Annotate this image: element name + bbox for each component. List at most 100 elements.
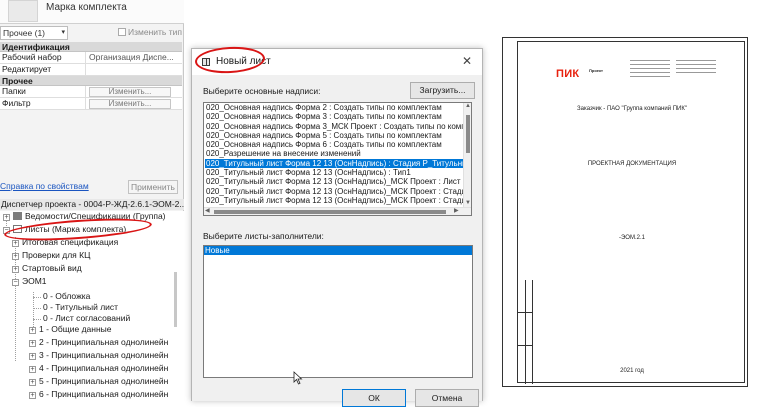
sheet-side-stamp — [518, 280, 533, 384]
tree-node-sheet[interactable]: 0 - Титульный лист — [43, 302, 118, 313]
tree-node-sheet[interactable]: +6 - Принципиальная однолинейн — [29, 389, 168, 400]
expand-icon[interactable]: + — [3, 214, 10, 221]
properties-group-header[interactable]: Идентификация — [0, 42, 182, 52]
scroll-up-icon[interactable]: ▲ — [464, 103, 471, 109]
expand-icon[interactable]: + — [29, 353, 36, 360]
expand-icon[interactable]: + — [12, 240, 19, 247]
tree-node-sheet[interactable]: +2 - Принципиальная однолинейн — [29, 337, 168, 348]
title-block-item[interactable]: 020_Титульный лист Форма 12 13 (ОснНадпи… — [205, 196, 463, 205]
sheet-frame: ПИК Проект Заказчик - ПАО "Группа компан… — [517, 41, 745, 384]
edit-filter-button[interactable]: Изменить... — [89, 99, 171, 109]
tree-guide-line — [33, 297, 41, 298]
apply-button[interactable]: Применить — [128, 180, 178, 194]
property-value-filter: Изменить... — [86, 98, 182, 109]
chevron-down-icon: ▾ — [61, 29, 65, 36]
title-block-item[interactable]: 020_Основная надпись Форма 2 : Создать т… — [205, 103, 463, 112]
tree-node-label: 5 - Принципиальная однолинейн — [39, 376, 169, 386]
title-block-label: Выберите основные надписи: — [203, 86, 321, 96]
property-row: Фильтр Изменить... — [0, 98, 182, 110]
close-icon[interactable]: ✕ — [462, 54, 472, 68]
placeholder-list[interactable]: Новые — [203, 245, 473, 378]
edit-folders-button[interactable]: Изменить... — [89, 87, 171, 97]
tree-node-start-view[interactable]: + Стартовый вид — [12, 263, 82, 274]
left-panel: Марка комплекта Прочее (1) ▾ Изменить ти… — [0, 0, 184, 401]
scroll-right-icon[interactable]: ▶ — [454, 207, 459, 214]
expand-icon[interactable]: + — [29, 379, 36, 386]
title-block-item[interactable]: 020_Разрешение на внесение изменений — [205, 149, 463, 158]
document-year: 2021 год — [620, 368, 644, 374]
property-value-editor — [86, 64, 182, 75]
property-value-workset[interactable]: Организация Диспе... — [86, 52, 182, 63]
tree-node-sheet[interactable]: +1 - Общие данные — [29, 324, 112, 335]
tree-guide-line — [33, 308, 41, 309]
expand-icon[interactable]: + — [29, 366, 36, 373]
tree-node-eom1[interactable]: − ЭОМ1 — [12, 276, 47, 287]
tree-node-label: Проверки для КЦ — [22, 250, 91, 260]
tree-node-sheet[interactable]: +4 - Принципиальная однолинейн — [29, 363, 168, 374]
cancel-button[interactable]: Отмена — [415, 389, 479, 407]
properties-grid: Идентификация Рабочий набор Организация … — [0, 42, 182, 110]
properties-filter-value: Прочее (1) — [3, 28, 46, 38]
sheet-preview: ПИК Проект Заказчик - ПАО "Группа компан… — [502, 37, 748, 387]
schedule-icon — [13, 212, 22, 220]
tree-node-sheet[interactable]: +5 - Принципиальная однолинейн — [29, 376, 168, 387]
load-button[interactable]: Загрузить... — [410, 82, 475, 99]
title-block-list[interactable]: 020_Основная надпись Форма 2 : Создать т… — [203, 102, 472, 216]
title-block-item[interactable]: 020_Основная надпись Форма 5 : Создать т… — [205, 131, 463, 140]
tree-node-sheet[interactable]: 0 - Лист согласований — [43, 313, 130, 324]
scrollbar-thumb[interactable] — [214, 210, 446, 214]
tree-node-sheet[interactable]: +3 - Принципиальная однолинейн — [29, 350, 168, 361]
scroll-down-icon[interactable]: ▼ — [464, 200, 471, 206]
title-block-item[interactable]: 020_Титульный лист Форма 12 13 (ОснНадпи… — [205, 187, 463, 196]
property-row: Редактирует — [0, 64, 182, 76]
tree-node-label: 3 - Принципиальная однолинейн — [39, 350, 169, 360]
property-key: Редактирует — [0, 64, 86, 75]
tree-guide-line — [33, 319, 41, 320]
dialog-body: Выберите основные надписи: Загрузить... … — [192, 75, 482, 401]
tree-node-sheet[interactable]: 0 - Обложка — [43, 291, 90, 302]
company-logo-sub: Проект — [589, 68, 603, 73]
expand-icon[interactable]: + — [29, 392, 36, 399]
mouse-cursor-icon — [293, 371, 303, 385]
vertical-scrollbar[interactable]: ▲ ▼ — [463, 103, 471, 215]
stamp-divider — [518, 345, 533, 346]
property-row: Рабочий набор Организация Диспе... — [0, 52, 182, 64]
expand-icon[interactable]: + — [12, 253, 19, 260]
title-block-item[interactable]: 020_Титульный лист Форма 12 13 (ОснНадпи… — [205, 158, 463, 169]
properties-group-header[interactable]: Прочее — [0, 76, 182, 86]
title-block-item[interactable]: 020_Основная надпись Форма 6 : Создать т… — [205, 140, 463, 149]
tree-node-label: 0 - Титульный лист — [43, 302, 119, 312]
customer-text: Заказчик - ПАО "Группа компаний ПИК" — [577, 106, 687, 112]
property-value-folders: Изменить... — [86, 86, 182, 97]
scrollbar-thumb[interactable] — [466, 115, 470, 153]
expand-icon[interactable]: + — [12, 266, 19, 273]
tree-node-label: 6 - Принципиальная однолинейн — [39, 389, 169, 399]
tree-scrollbar[interactable] — [174, 272, 177, 327]
expand-icon[interactable]: + — [29, 327, 36, 334]
tree-node-label: 1 - Общие данные — [39, 324, 112, 334]
tree-node-label: 4 - Принципиальная однолинейн — [39, 363, 169, 373]
ok-button[interactable]: ОК — [342, 389, 406, 407]
properties-help-link[interactable]: Справка по свойствам — [0, 181, 89, 191]
company-contacts-block — [676, 60, 716, 74]
title-block-item[interactable]: 020_Титульный лист Форма 12 13 (ОснНадпи… — [205, 168, 463, 177]
company-address-block — [630, 60, 670, 78]
scroll-left-icon[interactable]: ◀ — [205, 207, 210, 214]
expand-icon[interactable]: + — [29, 340, 36, 347]
edit-type-button[interactable]: Изменить тип — [118, 27, 182, 37]
title-block-item[interactable]: 020_Основная надпись Форма 3_МСК Проект … — [205, 122, 463, 131]
horizontal-scrollbar[interactable]: ◀ ▶ — [204, 207, 471, 215]
placeholder-item-new[interactable]: Новые — [204, 246, 472, 256]
property-key: Папки — [0, 86, 86, 97]
tree-node-kc-checks[interactable]: + Проверки для КЦ — [12, 250, 90, 261]
document-title: ПРОЕКТНАЯ ДОКУМЕНТАЦИЯ — [587, 161, 677, 167]
tree-node-label: ЭОМ1 — [22, 276, 47, 286]
new-sheet-dialog: Новый лист ✕ Выберите основные надписи: … — [191, 48, 483, 407]
property-key: Рабочий набор — [0, 52, 86, 63]
collapse-icon[interactable]: − — [12, 279, 19, 286]
title-block-item[interactable]: 020_Титульный лист Форма 12 13 (ОснНадпи… — [205, 177, 463, 186]
edit-type-label: Изменить тип — [128, 27, 182, 37]
title-block-item[interactable]: 020_Основная надпись Форма 3 : Создать т… — [205, 112, 463, 121]
type-selector[interactable]: Марка комплекта — [0, 0, 184, 24]
properties-filter-dropdown[interactable]: Прочее (1) ▾ — [0, 26, 68, 40]
